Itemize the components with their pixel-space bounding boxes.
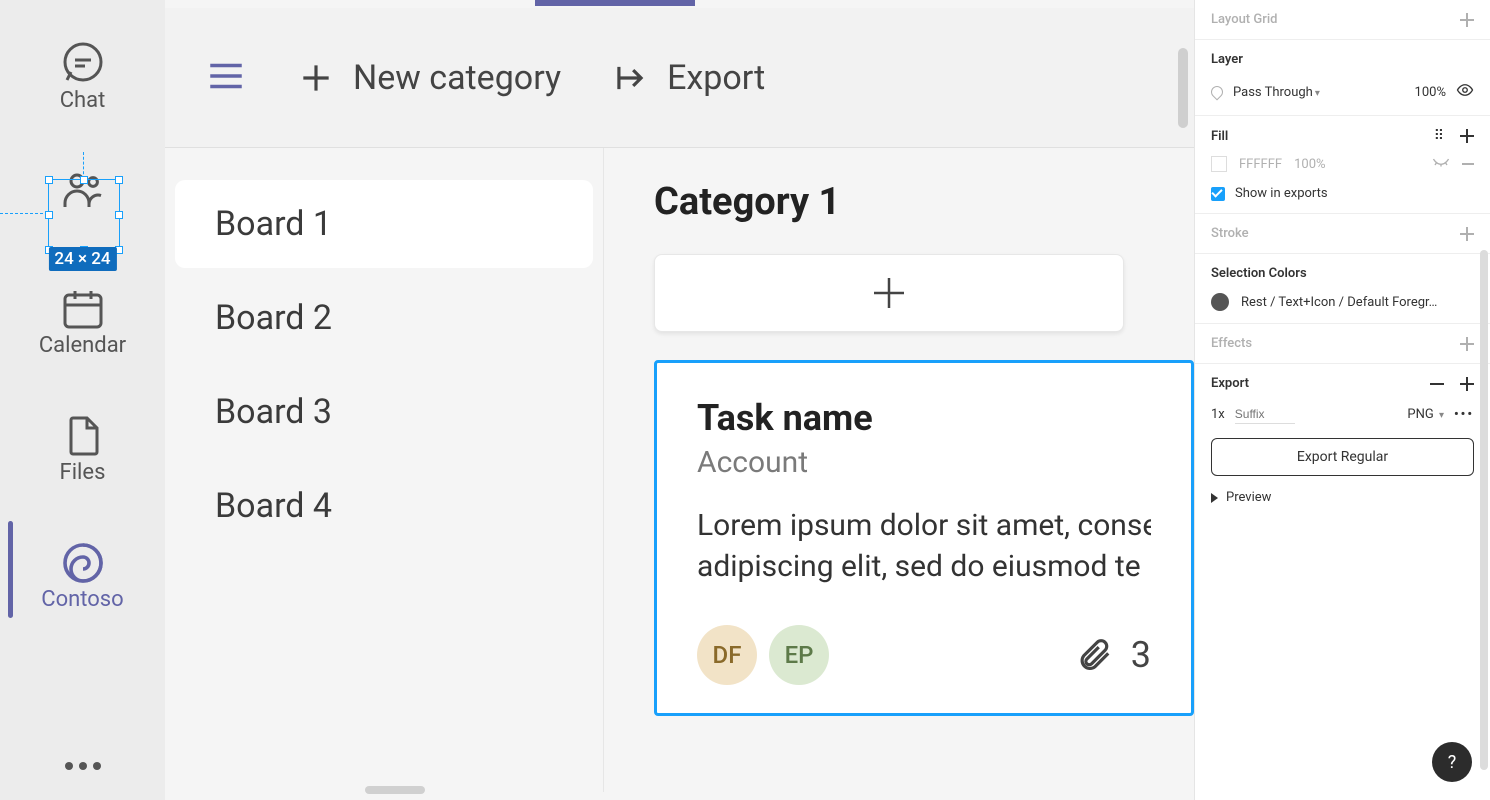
rail-label-files: Files [60, 460, 106, 485]
export-suffix-input[interactable] [1235, 405, 1295, 424]
section-selection-colors: Selection Colors [1211, 266, 1307, 281]
board-item[interactable]: Board 3 [175, 368, 593, 456]
app-rail: Chat 24 × 24 Calendar Files Contoso [0, 0, 165, 800]
add-export-button[interactable] [1460, 377, 1474, 391]
visibility-toggle[interactable] [1456, 81, 1474, 103]
task-card[interactable]: Task name Account Lorem ipsum dolor sit … [654, 360, 1194, 716]
fill-opacity-input[interactable]: 100% [1294, 157, 1325, 172]
selection-size-badge: 24 × 24 [48, 247, 116, 271]
category-column: Category 1 Task name Account Lorem ipsum… [604, 140, 1194, 792]
selection-color-name[interactable]: Rest / Text+Icon / Default Foregr… [1241, 295, 1437, 310]
attachments-indicator[interactable]: 3 [1075, 634, 1151, 676]
blend-droplet-icon [1209, 84, 1226, 101]
hamburger-icon [205, 55, 247, 97]
file-icon [59, 412, 107, 460]
avatar[interactable]: DF [697, 625, 757, 685]
add-task-button[interactable] [654, 254, 1124, 332]
export-button[interactable]: Export [611, 58, 765, 98]
rail-item-contoso[interactable]: Contoso [0, 539, 165, 612]
hamburger-button[interactable] [205, 55, 247, 101]
section-fill: Fill [1211, 129, 1228, 144]
add-layout-grid-button[interactable] [1460, 13, 1474, 27]
new-category-label: New category [353, 58, 561, 98]
add-effect-button[interactable] [1460, 337, 1474, 351]
rail-label-chat: Chat [60, 88, 106, 113]
attachments-count: 3 [1131, 634, 1151, 676]
toolbar-scrollbar[interactable] [1178, 48, 1188, 128]
avatar[interactable]: EP [769, 625, 829, 685]
show-in-exports-label: Show in exports [1235, 186, 1328, 201]
task-name: Task name [697, 397, 1151, 439]
contoso-icon [59, 539, 107, 587]
remove-fill-button[interactable] [1462, 163, 1474, 165]
chat-icon [59, 40, 107, 88]
export-scale-select[interactable]: 1x [1211, 407, 1225, 422]
category-title: Category 1 [654, 180, 1194, 224]
rail-item-files[interactable]: Files [0, 412, 165, 485]
rail-more-button[interactable] [65, 762, 101, 770]
board-item[interactable]: Board 2 [175, 274, 593, 362]
export-arrow-icon [611, 59, 649, 97]
active-tab-indicator [535, 0, 695, 6]
section-export: Export [1211, 376, 1249, 391]
calendar-icon [59, 285, 107, 333]
export-format-select[interactable]: PNG ▾ [1407, 407, 1444, 422]
task-account: Account [697, 445, 1151, 480]
app-frame: New category Export Board 1 Board 2 Boar… [165, 0, 1194, 800]
rail-item-calendar[interactable]: Calendar [0, 285, 165, 358]
add-fill-button[interactable] [1460, 129, 1474, 143]
layer-opacity-input[interactable]: 100% [1415, 85, 1446, 100]
preview-label: Preview [1226, 490, 1271, 505]
show-in-exports-checkbox[interactable] [1211, 187, 1225, 201]
plus-icon [869, 273, 909, 313]
section-stroke: Stroke [1211, 226, 1249, 241]
plus-icon [297, 59, 335, 97]
alignment-guide-vertical [83, 152, 84, 179]
blend-mode-select[interactable]: Pass Through▾ [1233, 85, 1320, 100]
boards-list: Board 1 Board 2 Board 3 Board 4 [165, 140, 604, 792]
inspector-scrollbar[interactable] [1480, 250, 1488, 770]
rail-item-chat[interactable]: Chat [0, 40, 165, 113]
rail-label-contoso: Contoso [41, 587, 123, 612]
section-layout-grid: Layout Grid [1211, 12, 1277, 27]
board-item[interactable]: Board 1 [175, 180, 593, 268]
caret-right-icon [1211, 493, 1218, 503]
drag-handle[interactable] [365, 786, 425, 794]
export-options-button[interactable]: ••• [1454, 407, 1474, 422]
fill-hex-input[interactable]: FFFFFF [1239, 157, 1282, 172]
paperclip-icon [1075, 636, 1113, 674]
section-effects: Effects [1211, 336, 1252, 351]
alignment-guide-horizontal [0, 213, 48, 214]
add-stroke-button[interactable] [1460, 227, 1474, 241]
design-canvas[interactable]: New category Export Board 1 Board 2 Boar… [165, 0, 1194, 800]
export-label: Export [667, 58, 765, 98]
task-description: Lorem ipsum dolor sit amet, conseadipisc… [697, 506, 1151, 587]
help-button[interactable]: ? [1432, 742, 1472, 782]
fill-visibility-toggle[interactable] [1432, 156, 1450, 172]
export-regular-button[interactable]: Export Regular [1211, 438, 1474, 476]
fill-styles-button[interactable]: ⠿ [1434, 128, 1446, 144]
section-layer: Layer [1211, 52, 1243, 67]
selection-color-swatch[interactable] [1211, 293, 1229, 311]
rail-label-calendar: Calendar [39, 333, 126, 358]
fill-swatch[interactable] [1211, 156, 1227, 172]
inspector-panel: Layout Grid Layer Pass Through▾ 100% Fil… [1194, 0, 1490, 800]
board-item[interactable]: Board 4 [175, 462, 593, 550]
new-category-button[interactable]: New category [297, 58, 561, 98]
remove-export-button[interactable] [1430, 383, 1444, 385]
export-preview-toggle[interactable]: Preview [1211, 490, 1474, 505]
app-toolbar: New category Export [165, 8, 1194, 148]
